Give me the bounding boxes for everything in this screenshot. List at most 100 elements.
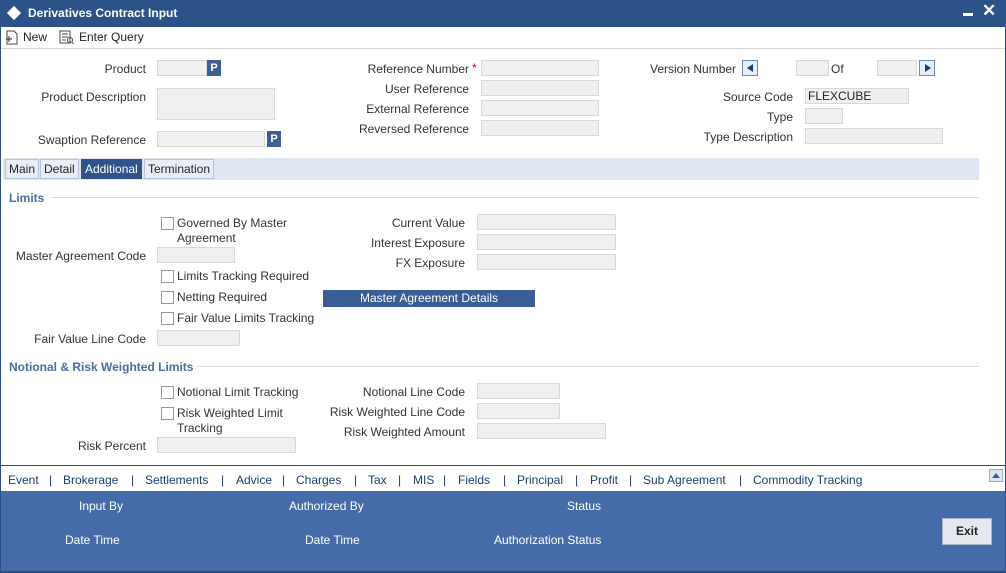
authorization-status-label: Authorization Status [494, 533, 602, 547]
external-reference-label: External Reference [366, 102, 469, 116]
notional-limit-tracking-checkbox[interactable] [161, 386, 174, 399]
limits-divider [51, 197, 979, 198]
nav-separator: | [131, 473, 135, 487]
swaption-reference-label: Swaption Reference [37, 133, 146, 147]
nav-settlements[interactable]: Settlements [145, 473, 208, 487]
external-reference-input[interactable] [481, 100, 599, 116]
nav-separator: | [49, 473, 53, 487]
user-reference-label: User Reference [384, 82, 469, 96]
close-icon[interactable]: ✕ [982, 2, 996, 20]
swaption-reference-input[interactable] [157, 131, 265, 147]
source-code-input[interactable]: FLEXCUBE [805, 88, 909, 104]
limits-tracking-checkbox[interactable] [161, 270, 174, 283]
user-reference-input[interactable] [481, 80, 599, 96]
risk-weighted-limit-label-1: Risk Weighted Limit [177, 406, 283, 420]
new-button[interactable]: New [23, 29, 47, 45]
netting-required-checkbox[interactable] [161, 291, 174, 304]
window-title: Derivatives Contract Input [28, 6, 178, 20]
product-input[interactable] [157, 60, 207, 76]
app-diamond-icon [6, 5, 22, 21]
version-prev-button[interactable] [742, 60, 758, 76]
nav-fields[interactable]: Fields [458, 473, 490, 487]
date-time-label: Date Time [65, 533, 120, 547]
scroll-up-icon[interactable] [989, 469, 1003, 482]
reversed-reference-input[interactable] [481, 120, 599, 136]
nav-sub-agreement[interactable]: Sub Agreement [643, 473, 726, 487]
notional-line-code-input[interactable] [477, 383, 560, 399]
reference-number-label: Reference Number [367, 62, 469, 76]
enter-query-icon[interactable] [59, 30, 74, 45]
exit-button[interactable]: Exit [942, 518, 992, 545]
tab-detail[interactable]: Detail [40, 159, 79, 179]
type-description-input[interactable] [805, 128, 943, 144]
of-label: Of [831, 62, 844, 76]
version-total-input [877, 60, 917, 76]
enter-query-button[interactable]: Enter Query [79, 29, 144, 45]
nav-principal[interactable]: Principal [517, 473, 563, 487]
nav-separator: | [354, 473, 358, 487]
minimize-icon[interactable] [963, 13, 973, 16]
swaption-lov-button[interactable]: P [267, 131, 281, 147]
audit-footer: Input By Authorized By Status Date Time … [1, 491, 1005, 571]
product-label: Product [104, 62, 146, 76]
input-by-label: Input By [79, 499, 124, 513]
notional-divider [197, 366, 979, 367]
governed-by-master-checkbox[interactable] [161, 217, 174, 230]
reference-number-input[interactable] [481, 60, 599, 76]
tab-main[interactable]: Main [5, 159, 40, 179]
tab-termination[interactable]: Termination [144, 159, 215, 179]
nav-commodity-tracking[interactable]: Commodity Tracking [753, 473, 862, 487]
limits-section-title: Limits [9, 191, 45, 205]
tab-bar: Main Detail Additional Termination [3, 158, 979, 180]
product-description-label: Product Description [41, 90, 146, 104]
master-agreement-code-input[interactable] [157, 247, 235, 263]
risk-percent-input[interactable] [157, 437, 296, 453]
risk-weighted-amount-input [477, 423, 606, 439]
risk-weighted-limit-checkbox[interactable] [161, 407, 174, 420]
version-number-input[interactable] [796, 60, 829, 76]
nav-brokerage[interactable]: Brokerage [63, 473, 118, 487]
risk-weighted-amount-label: Risk Weighted Amount [343, 425, 465, 439]
fx-exposure-label: FX Exposure [395, 256, 465, 270]
nav-tax[interactable]: Tax [368, 473, 387, 487]
fair-value-line-code-label: Fair Value Line Code [34, 332, 146, 346]
risk-percent-label: Risk Percent [77, 439, 146, 453]
nav-separator: | [503, 473, 507, 487]
nav-advice[interactable]: Advice [236, 473, 272, 487]
tab-additional[interactable]: Additional [81, 159, 142, 179]
status-label: Status [567, 499, 602, 513]
subsystem-nav: Event | Brokerage | Settlements | Advice… [1, 466, 1005, 491]
master-agreement-details-button[interactable]: Master Agreement Details [323, 290, 535, 307]
product-description-input[interactable] [157, 88, 275, 120]
type-input[interactable] [805, 108, 843, 124]
nav-event[interactable]: Event [8, 473, 39, 487]
risk-weighted-line-code-label: Risk Weighted Line Code [329, 405, 465, 419]
nav-separator: | [629, 473, 633, 487]
governed-by-master-label-2: Agreement [177, 231, 236, 245]
risk-weighted-limit-label-2: Tracking [177, 421, 223, 435]
interest-exposure-label: Interest Exposure [370, 236, 465, 250]
nav-mis[interactable]: MIS [413, 473, 434, 487]
nav-charges[interactable]: Charges [296, 473, 341, 487]
fair-value-limits-checkbox[interactable] [161, 312, 174, 325]
nav-profit[interactable]: Profit [590, 473, 618, 487]
current-value-input [477, 214, 616, 230]
nav-separator: | [282, 473, 286, 487]
required-mark: * [472, 61, 477, 75]
toolbar: New Enter Query [1, 27, 1005, 49]
nav-separator: | [443, 473, 447, 487]
interest-exposure-input [477, 234, 616, 250]
notional-section-title: Notional & Risk Weighted Limits [9, 360, 194, 374]
reversed-reference-label: Reversed Reference [358, 122, 469, 136]
master-agreement-code-label: Master Agreement Code [15, 249, 146, 263]
new-document-icon[interactable] [5, 30, 20, 45]
risk-weighted-line-code-input[interactable] [477, 403, 560, 419]
version-next-button[interactable] [919, 60, 935, 76]
nav-separator: | [398, 473, 402, 487]
version-number-label: Version Number [650, 62, 737, 76]
fair-value-line-code-input[interactable] [157, 330, 240, 346]
product-lov-button[interactable]: P [207, 60, 221, 76]
nav-separator: | [575, 473, 579, 487]
type-label: Type [766, 110, 793, 124]
current-value-label: Current Value [391, 216, 465, 230]
